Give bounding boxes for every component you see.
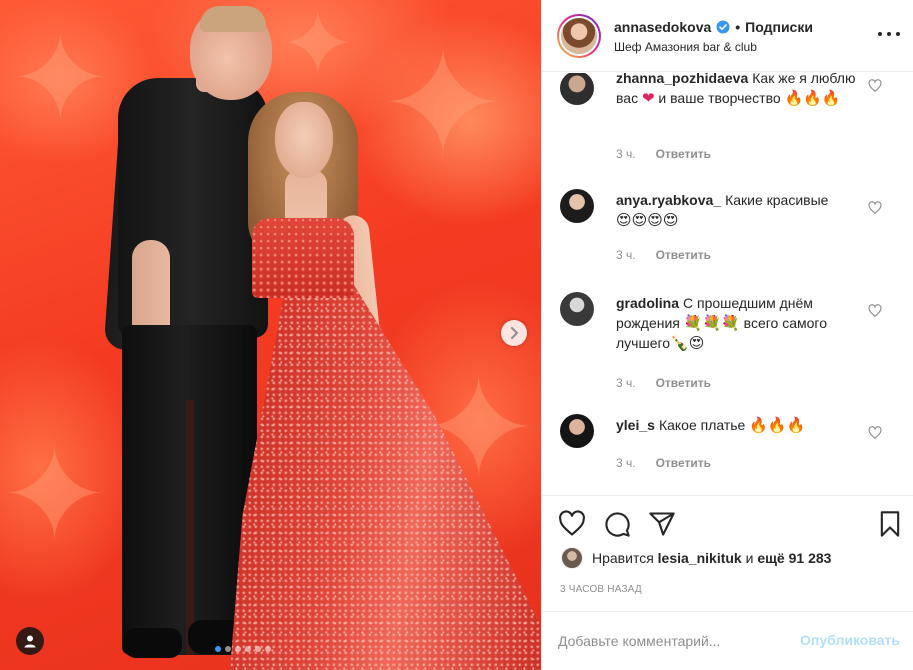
header-separator: • xyxy=(735,19,741,35)
comment-time[interactable]: 3 ч. xyxy=(616,248,636,262)
comment-meta: 3 ч. Ответить xyxy=(616,147,711,161)
comment-emoji: 😍😍😍😍 xyxy=(616,211,679,229)
carousel-dot xyxy=(265,646,271,652)
comment-emoji: 🔥🔥🔥 xyxy=(749,416,806,434)
comment-body-cont: и ваше творчество xyxy=(654,90,785,106)
man-figure-legs-gap xyxy=(186,400,194,655)
comment-time[interactable]: 3 ч. xyxy=(616,456,636,470)
commenter-avatar[interactable] xyxy=(560,414,594,448)
post-side-panel: annasedokova • Подписки Шеф Амазония bar… xyxy=(541,0,913,670)
comment-text: zhanna_pozhidaeva Как же я люблю вас ❤ и … xyxy=(616,73,856,108)
man-figure-hair xyxy=(200,6,266,32)
comment-username[interactable]: anya.ryabkova_ xyxy=(616,192,721,208)
background-star-shape: ✦ xyxy=(280,0,356,97)
post-actions-bar xyxy=(542,495,913,555)
likes-summary: Нравится lesia_nikituk и ещё 91 283 xyxy=(542,547,913,575)
instagram-post-window: ✦ ✦ ✦ ✦ ✦ annasedokova • Подписки Шеф Ам… xyxy=(0,0,913,670)
publish-button[interactable]: Опубликовать xyxy=(800,632,900,648)
author-avatar[interactable] xyxy=(557,14,601,58)
add-comment-form: Опубликовать xyxy=(542,611,913,670)
post-timestamp[interactable]: 3 ЧАСОВ НАЗАД xyxy=(560,584,642,595)
comment-icon[interactable] xyxy=(603,510,631,538)
carousel-dot xyxy=(235,646,241,652)
comment-time[interactable]: 3 ч. xyxy=(616,147,636,161)
comment-username[interactable]: zhanna_pozhidaeva xyxy=(616,73,748,86)
post-header: annasedokova • Подписки Шеф Амазония bar… xyxy=(542,0,913,72)
likes-count-button[interactable]: ещё 91 283 xyxy=(757,550,831,566)
reply-button[interactable]: Ответить xyxy=(656,376,711,390)
comment-like-icon[interactable] xyxy=(868,79,882,93)
reply-button[interactable]: Ответить xyxy=(656,147,711,161)
likes-text: Нравится lesia_nikituk и ещё 91 283 xyxy=(592,550,831,566)
author-line: annasedokova • Подписки xyxy=(614,19,813,35)
comment-username[interactable]: ylei_s xyxy=(616,417,655,433)
carousel-indicator xyxy=(215,646,271,652)
commenter-avatar[interactable] xyxy=(560,73,594,105)
more-dot xyxy=(878,32,882,36)
post-photo[interactable]: ✦ ✦ ✦ ✦ ✦ xyxy=(0,0,541,670)
share-icon[interactable] xyxy=(648,510,676,538)
comment-text: gradolina С прошедшим днём рождения 💐💐💐 в… xyxy=(616,293,856,353)
comments-list[interactable]: zhanna_pozhidaeva Как же я люблю вас ❤ и … xyxy=(542,73,913,495)
liker-avatar[interactable] xyxy=(561,547,583,569)
background-star-shape: ✦ xyxy=(10,10,111,149)
heart-emoji: ❤ xyxy=(641,89,655,107)
liker-username[interactable]: lesia_nikituk xyxy=(658,550,742,566)
carousel-dot-active xyxy=(215,646,221,652)
chevron-right-icon xyxy=(511,327,519,339)
carousel-dot xyxy=(245,646,251,652)
comment-text: ylei_s Какое платье 🔥🔥🔥 xyxy=(616,415,856,435)
reply-button[interactable]: Ответить xyxy=(656,248,711,262)
comment-meta: 3 ч. Ответить xyxy=(616,248,711,262)
woman-figure-face xyxy=(275,102,333,178)
comment-body: Какое платье xyxy=(658,417,746,433)
author-username[interactable]: annasedokova xyxy=(614,19,711,35)
comment-like-icon[interactable] xyxy=(868,201,882,215)
commenter-avatar[interactable] xyxy=(560,189,594,223)
tagged-users-button[interactable] xyxy=(16,627,44,655)
more-dot xyxy=(887,32,891,36)
carousel-next-button[interactable] xyxy=(501,320,527,346)
following-button[interactable]: Подписки xyxy=(745,19,813,35)
comment-like-icon[interactable] xyxy=(868,304,882,318)
comment-username[interactable]: gradolina xyxy=(616,295,679,311)
likes-conjunction: и xyxy=(745,550,754,566)
comment-emoji: 🔥🔥🔥 xyxy=(784,89,841,107)
author-avatar-image xyxy=(559,16,599,56)
verified-badge-icon xyxy=(716,20,730,34)
carousel-dot xyxy=(255,646,261,652)
likes-prefix: Нравится xyxy=(592,550,654,566)
comment-meta: 3 ч. Ответить xyxy=(616,376,711,390)
comment-input[interactable] xyxy=(558,630,778,652)
user-tag-icon xyxy=(24,635,36,648)
woman-figure-bodice xyxy=(252,218,354,298)
comment-body: Какие красивые xyxy=(725,192,829,208)
heart-icon[interactable] xyxy=(558,510,586,538)
man-figure-shoe xyxy=(124,628,182,658)
more-options-icon[interactable] xyxy=(878,26,900,42)
comment-emoji: 🍾😍 xyxy=(670,334,705,352)
background-star-shape: ✦ xyxy=(380,18,506,192)
more-dot xyxy=(896,32,900,36)
post-location[interactable]: Шеф Амазония bar & club xyxy=(614,40,757,54)
comment-like-icon[interactable] xyxy=(868,426,882,440)
comment-time[interactable]: 3 ч. xyxy=(616,376,636,390)
comment-text: anya.ryabkova_ Какие красивые 😍😍😍😍 xyxy=(616,190,856,230)
reply-button[interactable]: Ответить xyxy=(656,456,711,470)
carousel-dot xyxy=(225,646,231,652)
bookmark-icon[interactable] xyxy=(876,510,904,538)
commenter-avatar[interactable] xyxy=(560,292,594,326)
bouquet-emoji: 💐💐💐 xyxy=(683,314,740,332)
comment-meta: 3 ч. Ответить xyxy=(616,456,711,470)
background-star-shape: ✦ xyxy=(0,419,109,571)
